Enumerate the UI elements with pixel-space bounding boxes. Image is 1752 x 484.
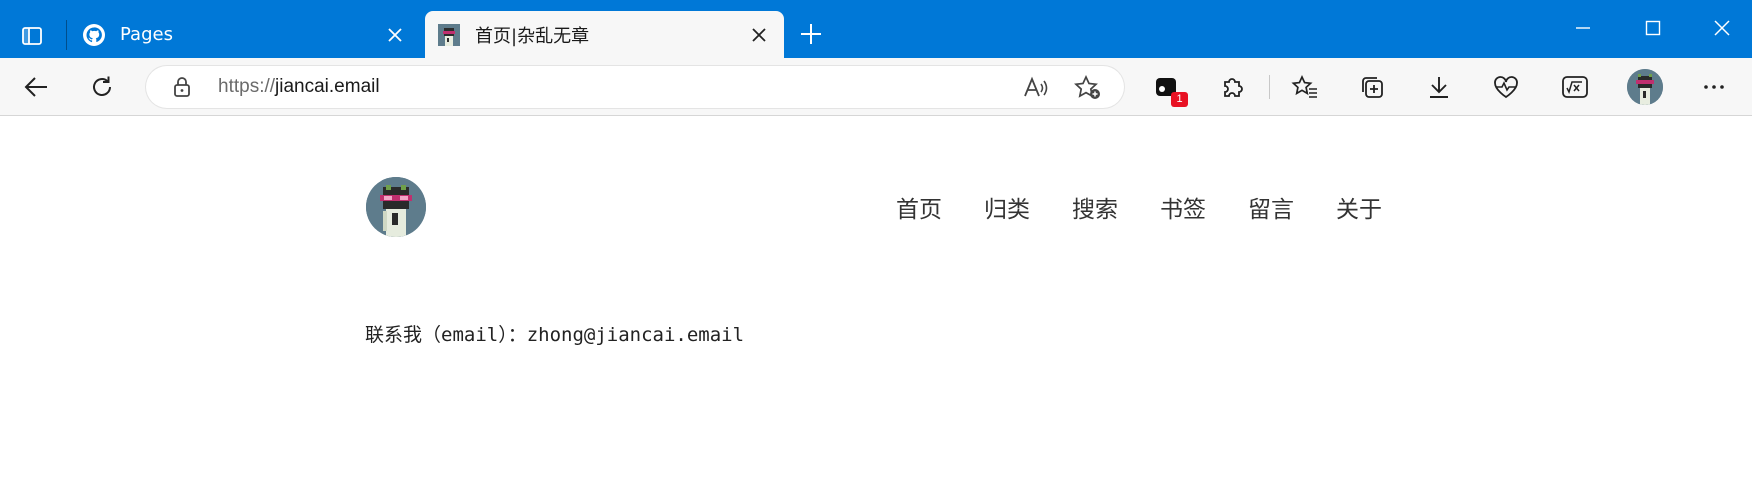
add-favorite-icon[interactable] xyxy=(1072,72,1104,104)
pixel-avatar-icon xyxy=(437,23,461,47)
profile-avatar[interactable] xyxy=(1627,69,1663,105)
more-icon[interactable] xyxy=(1696,69,1732,105)
extension-app-icon[interactable]: 1 xyxy=(1148,69,1188,107)
minimize-icon[interactable] xyxy=(1563,8,1603,48)
extensions-puzzle-icon[interactable] xyxy=(1215,69,1251,105)
nav-guestbook[interactable]: 留言 xyxy=(1248,190,1294,230)
site-avatar[interactable] xyxy=(366,177,426,237)
tab-separator xyxy=(66,20,67,50)
github-icon xyxy=(82,23,106,47)
nav-search[interactable]: 搜索 xyxy=(1072,190,1118,230)
collections-icon[interactable] xyxy=(1354,69,1390,105)
tab-actions-icon[interactable] xyxy=(12,18,52,54)
url-scheme: https:// xyxy=(218,76,276,97)
title-bar: Pages 首页|杂乱无章 xyxy=(0,0,1752,58)
tab-title: 首页|杂乱无章 xyxy=(475,25,590,47)
toolbar: https://jiancai.email 1 xyxy=(0,58,1752,116)
favorites-icon[interactable] xyxy=(1287,69,1323,105)
back-icon[interactable] xyxy=(18,69,54,105)
new-tab-icon[interactable] xyxy=(795,18,827,50)
download-icon[interactable] xyxy=(1421,69,1457,105)
address-bar[interactable]: https://jiancai.email xyxy=(146,66,1124,108)
read-aloud-icon[interactable] xyxy=(1020,72,1052,104)
toolbar-divider xyxy=(1269,75,1270,99)
close-icon[interactable] xyxy=(744,20,774,50)
tab-pages[interactable]: Pages xyxy=(70,11,420,58)
url-host: jiancai.email xyxy=(275,76,380,97)
tab-home[interactable]: 首页|杂乱无章 xyxy=(425,11,784,58)
contact-email-text: 联系我（email）：zhong@jiancai.email xyxy=(365,324,745,346)
browser-essentials-icon[interactable] xyxy=(1488,69,1524,105)
window-close-icon[interactable] xyxy=(1702,8,1742,48)
math-solver-icon[interactable] xyxy=(1557,69,1593,105)
refresh-icon[interactable] xyxy=(84,69,120,105)
tab-title: Pages xyxy=(120,24,173,45)
site-nav: 首页 归类 搜索 书签 留言 关于 xyxy=(896,190,1382,230)
nav-bookmarks[interactable]: 书签 xyxy=(1160,190,1206,230)
nav-home[interactable]: 首页 xyxy=(896,190,942,230)
url-text[interactable]: https://jiancai.email xyxy=(218,66,380,108)
nav-categories[interactable]: 归类 xyxy=(984,190,1030,230)
extension-badge: 1 xyxy=(1171,92,1188,107)
nav-about[interactable]: 关于 xyxy=(1336,190,1382,230)
maximize-icon[interactable] xyxy=(1633,8,1673,48)
close-icon[interactable] xyxy=(380,20,410,50)
lock-icon[interactable] xyxy=(170,75,194,99)
